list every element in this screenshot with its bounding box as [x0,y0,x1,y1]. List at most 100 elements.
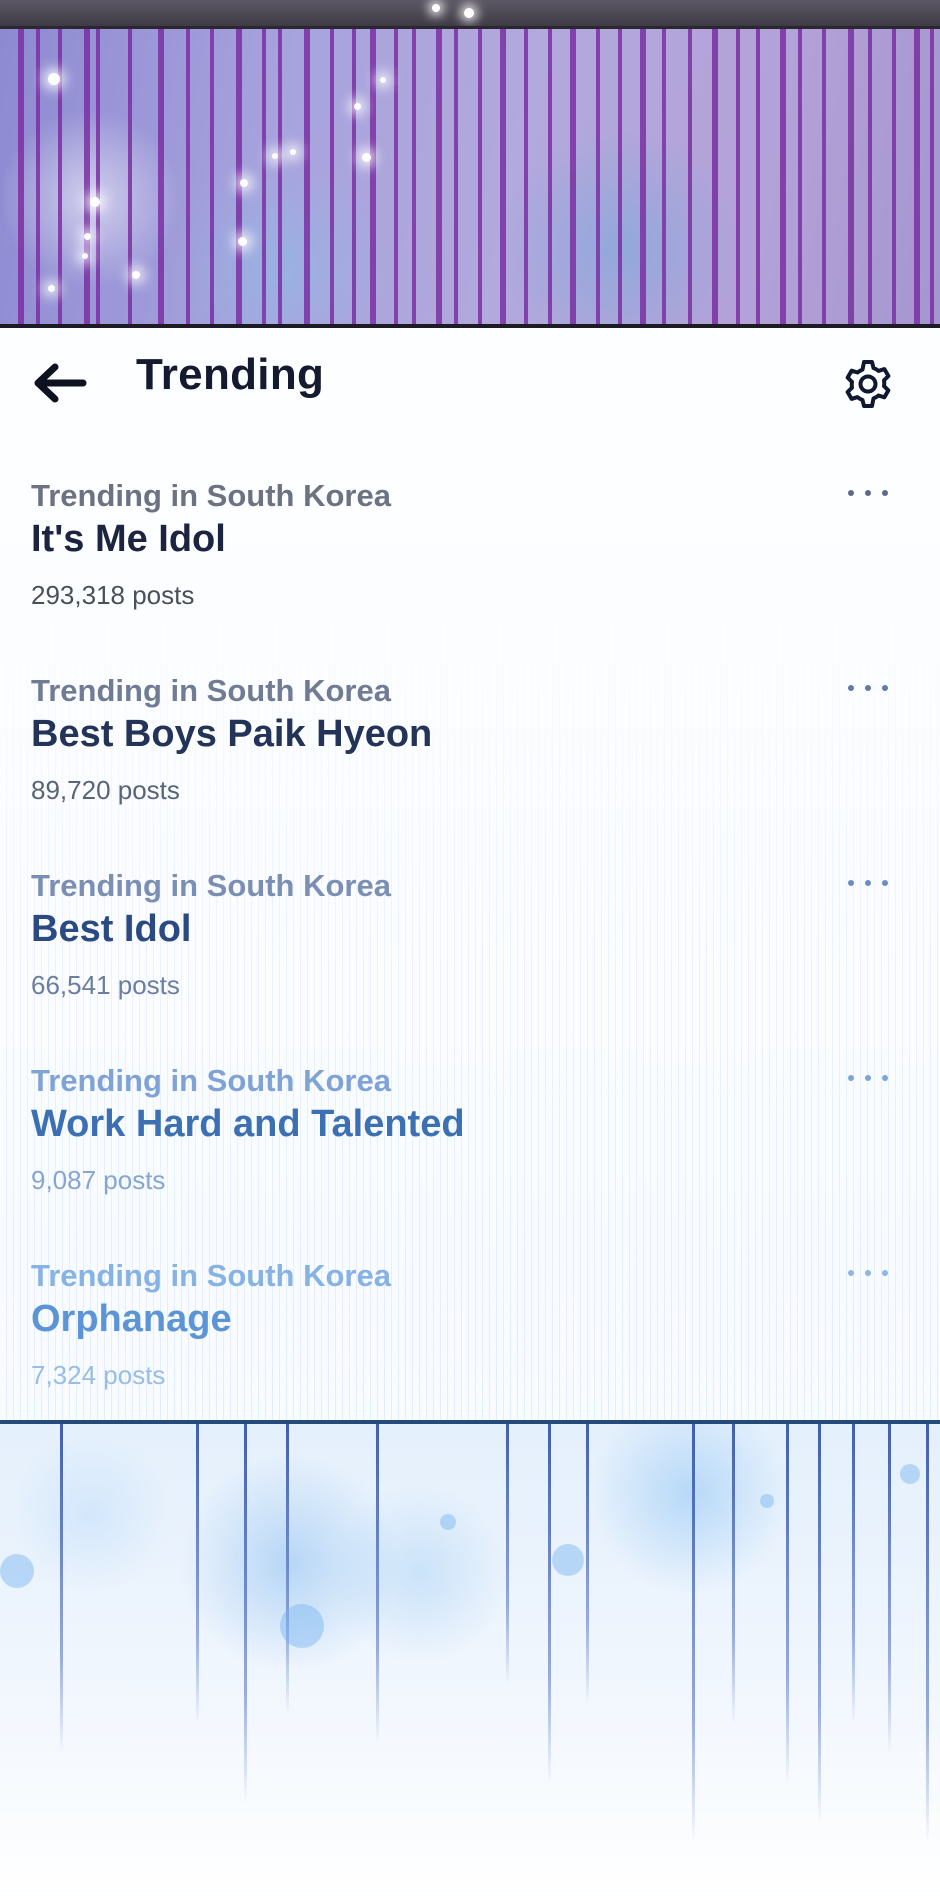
trend-context: Trending in South Korea [31,868,391,903]
trend-item[interactable]: Trending in South Korea It's Me Idol 293… [0,470,940,665]
sparkle-decoration [354,103,361,110]
trend-post-count: 7,324 posts [31,1360,166,1390]
banner-stripe [798,29,802,324]
banner-stripe [236,29,242,324]
sparkle-decoration [48,73,60,85]
more-horizontal-icon [865,490,871,496]
bokeh-decoration [280,1604,324,1648]
trend-item[interactable]: Trending in South Korea Best Idol 66,541… [0,860,940,1055]
banner-stripe [822,29,826,324]
bokeh-decoration [440,1514,456,1530]
banner-stripe [186,29,190,324]
trend-item[interactable]: Trending in South Korea Best Boys Paik H… [0,665,940,860]
more-horizontal-icon [865,1075,871,1081]
banner-stripe [570,29,576,324]
decorative-line [548,1424,551,1784]
more-horizontal-icon [848,490,854,496]
banner-stripe [278,29,282,324]
more-options-button[interactable] [848,1260,888,1286]
trend-post-count: 89,720 posts [31,775,180,805]
banner-stripe [548,29,552,324]
bokeh-decoration [0,1554,34,1588]
more-horizontal-icon [848,685,854,691]
settings-button[interactable] [838,354,898,414]
more-options-button[interactable] [848,1065,888,1091]
banner-stripe [756,29,760,324]
more-horizontal-icon [865,685,871,691]
sparkle-decoration [84,233,91,240]
banner-stripe [304,29,310,324]
more-horizontal-icon [882,880,888,886]
trend-name[interactable]: Work Hard and Talented [31,1103,465,1146]
banner-stripe [412,29,416,324]
banner-stripe [618,29,622,324]
trend-name[interactable]: It's Me Idol [31,518,226,561]
banner-stripe [930,29,934,324]
trend-item[interactable]: Trending in South Korea Orphanage 7,324 … [0,1250,940,1445]
trending-screen: Trending Trending in South Korea It's Me… [0,0,940,1900]
trending-header: Trending [0,328,940,438]
bokeh-decoration [552,1544,584,1576]
sparkle-decoration [48,285,55,292]
trend-item[interactable]: Trending in South Korea Work Hard and Ta… [0,1055,940,1250]
banner-stripe [596,29,600,324]
trend-name[interactable]: Best Boys Paik Hyeon [31,713,432,756]
banner-stripe [848,29,854,324]
banner-stripe [370,29,376,324]
sparkle-decoration [82,253,88,259]
more-horizontal-icon [865,1270,871,1276]
sparkle-decoration [272,153,278,159]
more-horizontal-icon [882,1075,888,1081]
trend-context: Trending in South Korea [31,1063,391,1098]
gear-icon [845,360,891,408]
banner-stripe [640,29,646,324]
decorative-line [60,1424,63,1754]
banner-stripe [780,29,786,324]
back-button[interactable] [30,354,90,412]
banner-stripe [18,29,24,324]
trend-name[interactable]: Best Idol [31,908,191,951]
trending-list: Trending in South Korea It's Me Idol 293… [0,470,940,1445]
decorative-line [506,1424,509,1684]
more-options-button[interactable] [848,870,888,896]
decorative-line [376,1424,379,1744]
decorative-line [692,1424,695,1844]
banner-stripe [352,29,356,324]
banner-stripe [210,29,214,324]
decorative-line [786,1424,789,1784]
top-illustration-strip [0,0,940,26]
trend-context: Trending in South Korea [31,1258,391,1293]
decorative-line [196,1424,199,1724]
more-options-button[interactable] [848,675,888,701]
banner-stripe [262,29,266,324]
decorative-line [852,1424,855,1724]
striped-banner-illustration [0,26,940,328]
decorative-line [244,1424,247,1804]
bottom-bokeh-illustration [0,1420,940,1900]
trend-post-count: 9,087 posts [31,1165,166,1195]
more-options-button[interactable] [848,480,888,506]
banner-stripe [330,29,334,324]
sparkle-decoration [380,77,386,83]
more-horizontal-icon [882,490,888,496]
decorative-line [926,1424,929,1844]
more-horizontal-icon [865,880,871,886]
arrow-left-icon [34,363,87,403]
bokeh-decoration [760,1494,774,1508]
sparkle-decoration [432,4,440,12]
banner-stripe [662,29,666,324]
banner-stripe [394,29,398,324]
sparkle-decoration [132,271,140,279]
banner-stripe [84,29,90,324]
decorative-line [818,1424,821,1824]
trend-context: Trending in South Korea [31,478,391,513]
more-horizontal-icon [848,1270,854,1276]
banner-stripe [58,29,62,324]
banner-stripe [736,29,740,324]
banner-stripe [454,29,458,324]
banner-stripe [436,29,442,324]
banner-stripe [712,29,718,324]
trend-post-count: 293,318 posts [31,580,195,610]
trend-name[interactable]: Orphanage [31,1298,232,1341]
sparkle-decoration [90,197,100,207]
